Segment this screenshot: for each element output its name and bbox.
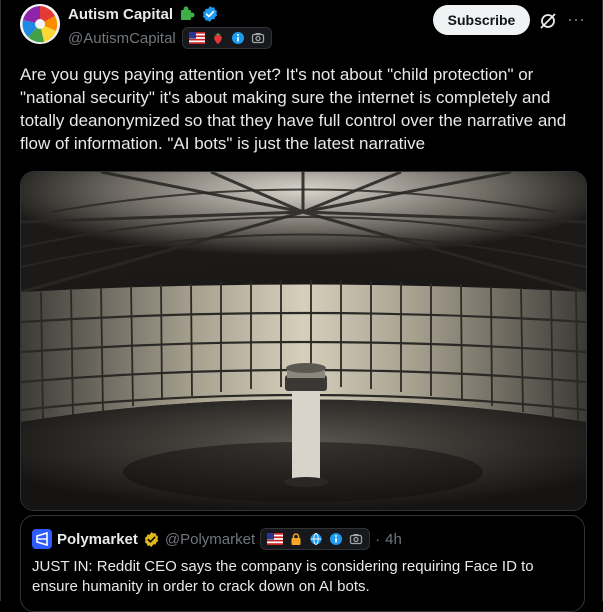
author-handle-row: @AutismCapital xyxy=(68,27,272,49)
affiliation-badges[interactable] xyxy=(181,27,272,49)
globe-icon xyxy=(310,533,322,545)
tweet-text: Are you guys paying attention yet? It's … xyxy=(20,65,567,153)
more-icon[interactable]: ··· xyxy=(566,9,586,29)
us-flag-icon xyxy=(188,32,205,44)
avatar[interactable] xyxy=(20,4,60,44)
puzzle-avatar-icon xyxy=(20,4,60,44)
quoted-affiliation-badges[interactable] xyxy=(260,528,371,550)
panopticon-image xyxy=(21,172,586,510)
tweet-media-image[interactable] xyxy=(20,171,587,511)
quoted-tweet-header: Polymarket @Polymarket · 4h xyxy=(32,528,402,550)
puzzle-piece-icon xyxy=(181,6,195,20)
quoted-display-name[interactable]: Polymarket xyxy=(57,531,138,548)
author-display-name[interactable]: Autism Capital xyxy=(68,6,173,23)
camera-icon xyxy=(251,33,264,44)
author-handle[interactable]: @AutismCapital xyxy=(68,30,176,47)
quoted-tweet-text: JUST IN: Reddit CEO says the company is … xyxy=(32,558,534,595)
gold-verified-badge-icon[interactable] xyxy=(143,531,160,548)
info-icon xyxy=(231,32,244,44)
subscribe-button[interactable]: Subscribe xyxy=(433,5,530,35)
polymarket-logo-icon[interactable] xyxy=(32,529,52,549)
quoted-tweet[interactable]: Polymarket @Polymarket · 4h JUST IN: Red… xyxy=(20,515,585,612)
left-divider xyxy=(0,0,1,601)
us-flag-icon xyxy=(267,533,284,545)
strawberry-icon xyxy=(214,33,222,44)
quoted-timestamp[interactable]: 4h xyxy=(385,531,402,548)
info-icon xyxy=(330,533,343,545)
camera-icon xyxy=(349,534,363,545)
author-name-row: Autism Capital xyxy=(68,5,219,23)
lock-icon xyxy=(291,533,301,545)
quoted-handle[interactable]: @Polymarket xyxy=(165,531,255,548)
quoted-separator: · xyxy=(375,530,381,548)
verified-badge-icon[interactable] xyxy=(201,5,219,23)
grok-icon[interactable] xyxy=(538,11,558,31)
